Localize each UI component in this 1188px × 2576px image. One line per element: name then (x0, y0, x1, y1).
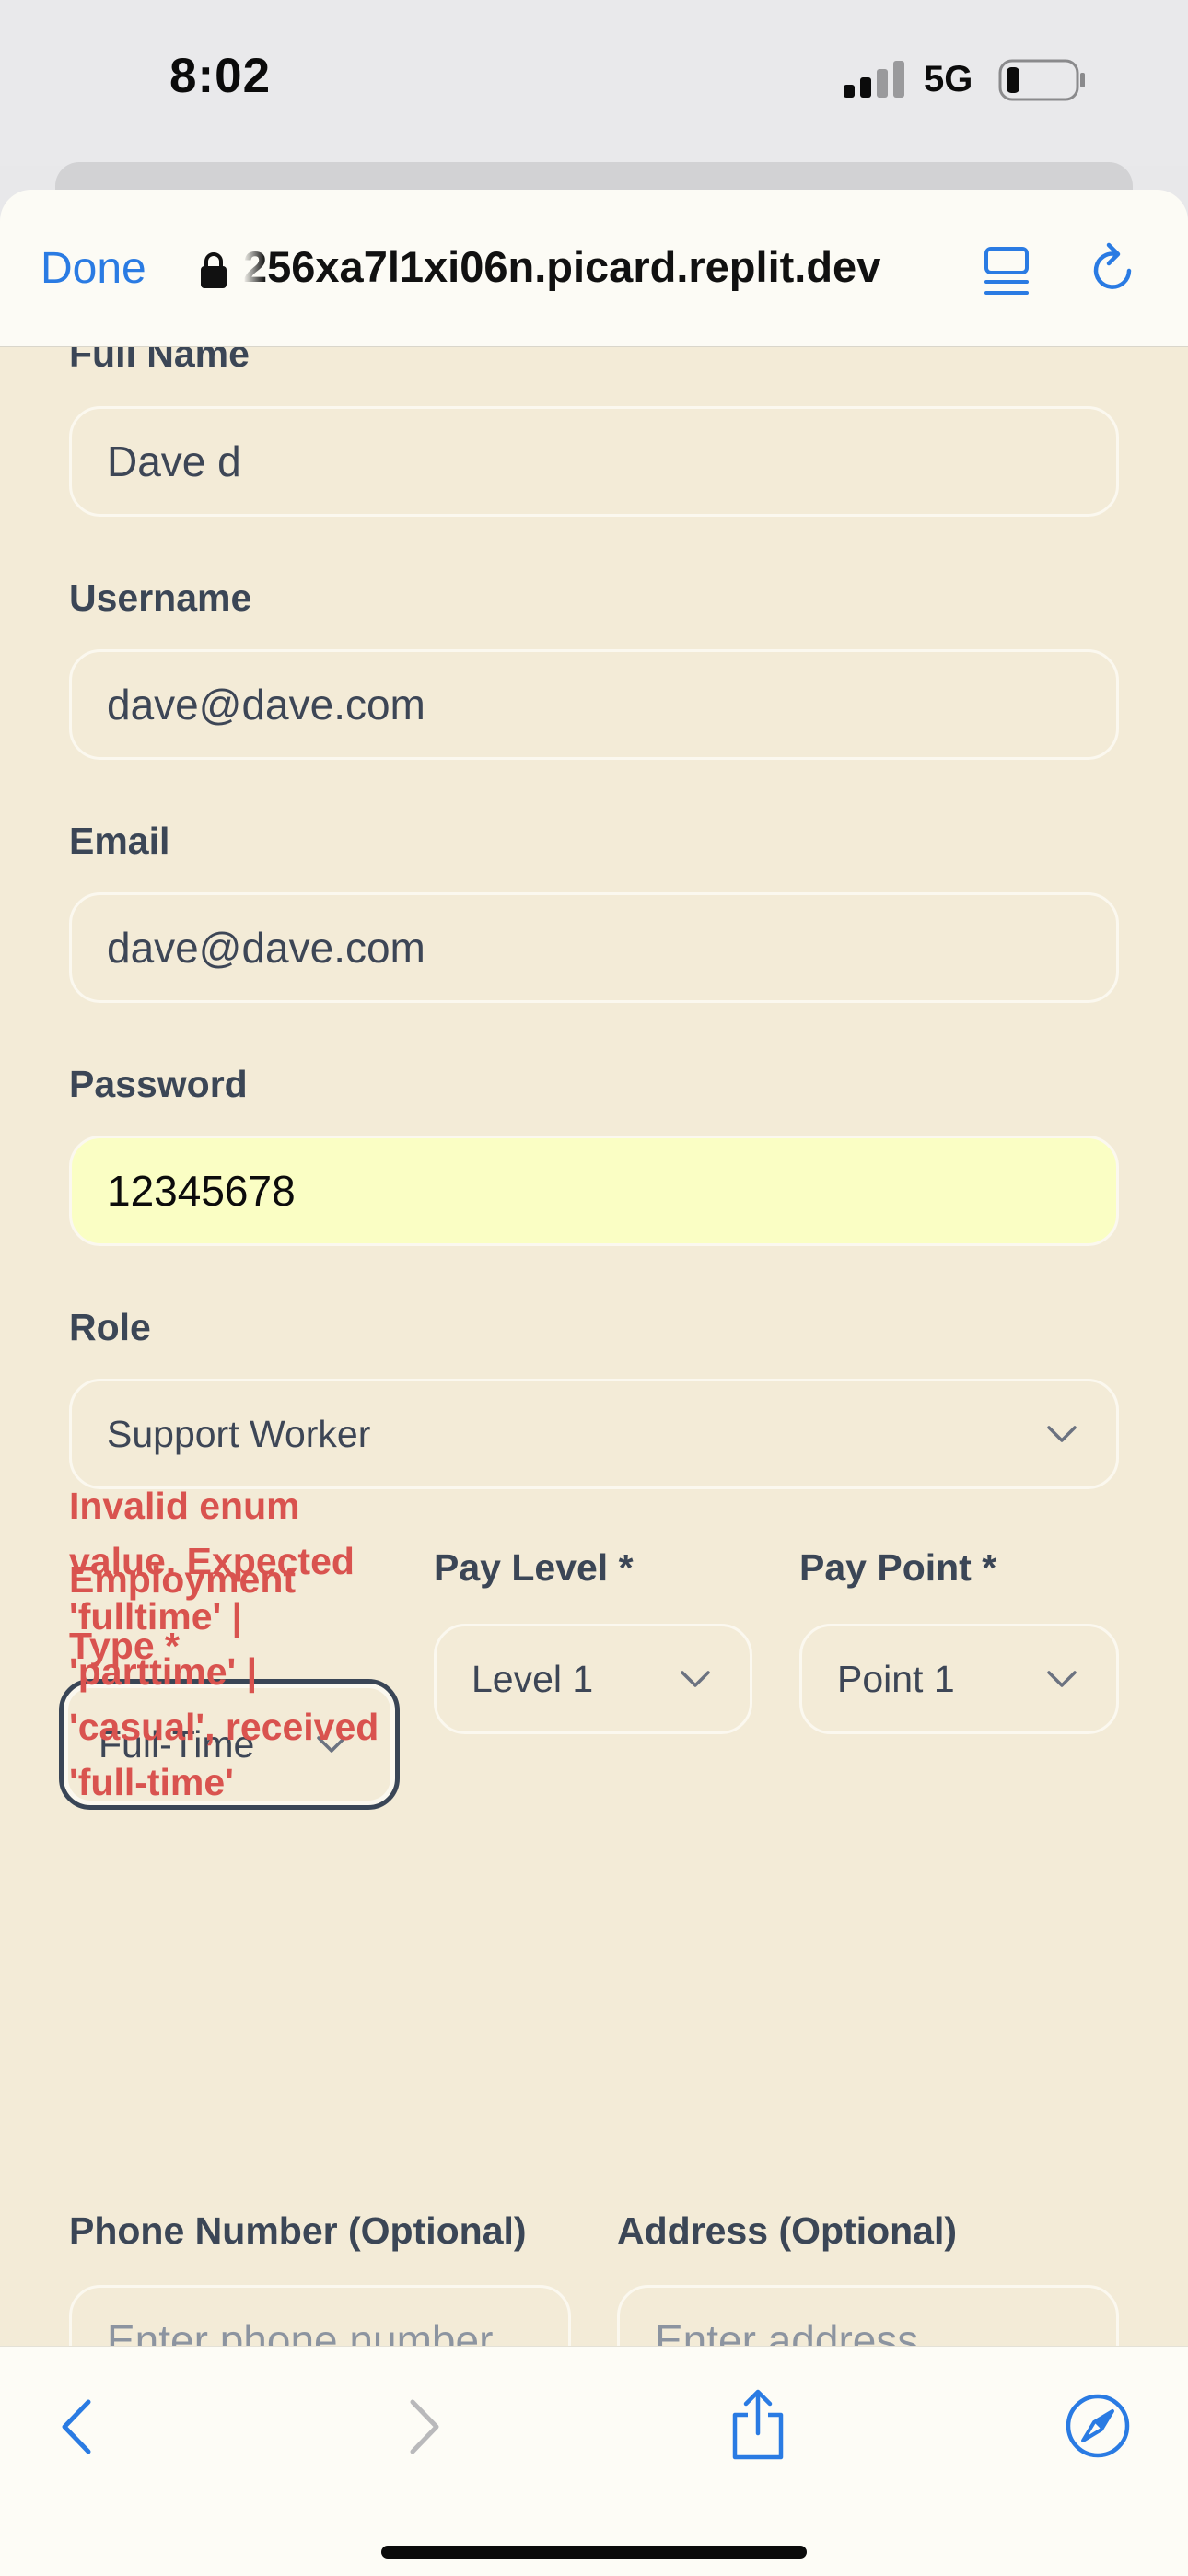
role-label: Role (69, 1306, 151, 1348)
compass-icon[interactable] (1065, 2393, 1131, 2459)
status-bar: 8:02 5G (0, 0, 1188, 166)
password-label: Password (69, 1063, 248, 1105)
pay-level-value: Level 1 (472, 1657, 594, 1700)
error-line: 'full-time' (69, 1761, 234, 1803)
reload-icon[interactable] (1089, 241, 1140, 297)
role-value: Support Worker (107, 1412, 371, 1455)
email-input[interactable]: dave@dave.com (69, 892, 1119, 1003)
role-select[interactable]: Support Worker (69, 1379, 1119, 1489)
chevron-down-icon (1047, 1426, 1077, 1442)
browser-toolbar (0, 2346, 1188, 2576)
phone-placeholder: Enter phone number (107, 2316, 494, 2346)
pay-level-label: Pay Level * (434, 1546, 634, 1589)
chevron-down-icon (681, 1671, 710, 1687)
password-input[interactable]: 12345678 (69, 1136, 1119, 1246)
address-input[interactable]: Enter address (617, 2285, 1119, 2346)
home-indicator[interactable] (381, 2546, 807, 2559)
back-icon[interactable] (57, 2396, 98, 2457)
error-line: Invalid enum (69, 1485, 300, 1527)
address-label: Address (Optional) (617, 2209, 958, 2252)
username-input[interactable]: dave@dave.com (69, 649, 1119, 760)
phone-label: Phone Number (Optional) (69, 2209, 527, 2252)
password-value: 12345678 (107, 1167, 296, 1215)
error-line: 'fulltime' | (69, 1595, 243, 1638)
cellular-signal-icon (844, 61, 904, 98)
chevron-down-icon (1047, 1671, 1077, 1687)
pay-point-select[interactable]: Point 1 (799, 1624, 1119, 1734)
address-placeholder: Enter address (655, 2316, 919, 2346)
done-button[interactable]: Done (41, 243, 146, 294)
pay-point-value: Point 1 (837, 1657, 955, 1700)
full-name-value: Dave d (107, 437, 241, 485)
username-value: dave@dave.com (107, 681, 425, 729)
forward-icon[interactable] (403, 2396, 444, 2457)
pay-level-select[interactable]: Level 1 (434, 1624, 752, 1734)
page-content: Full Name Dave d Username dave@dave.com … (0, 347, 1188, 2346)
full-name-label: Full Name (69, 347, 250, 375)
reader-icon[interactable] (984, 243, 1030, 298)
browser-header: Done 256xa7l1xi06n.picard.replit.dev (0, 190, 1188, 347)
error-line: 'casual', received (69, 1706, 379, 1748)
share-icon[interactable] (728, 2387, 788, 2461)
url-address-field[interactable]: 256xa7l1xi06n.picard.replit.dev (243, 241, 943, 292)
error-line: value. Expected (69, 1540, 355, 1582)
full-name-input[interactable]: Dave d (69, 406, 1119, 517)
url-text: 256xa7l1xi06n.picard.replit.dev (243, 242, 881, 291)
error-line: 'parttime' | (69, 1650, 258, 1693)
pay-point-label: Pay Point * (799, 1546, 997, 1589)
lock-icon (201, 252, 227, 288)
employment-type-error: Invalid enum value. Expected 'fulltime' … (69, 1478, 419, 1810)
email-label: Email (69, 820, 170, 862)
phone-input[interactable]: Enter phone number (69, 2285, 571, 2346)
status-time: 8:02 (169, 49, 272, 103)
battery-icon (998, 59, 1085, 101)
username-label: Username (69, 577, 252, 619)
network-label: 5G (924, 59, 973, 99)
email-value: dave@dave.com (107, 924, 425, 972)
